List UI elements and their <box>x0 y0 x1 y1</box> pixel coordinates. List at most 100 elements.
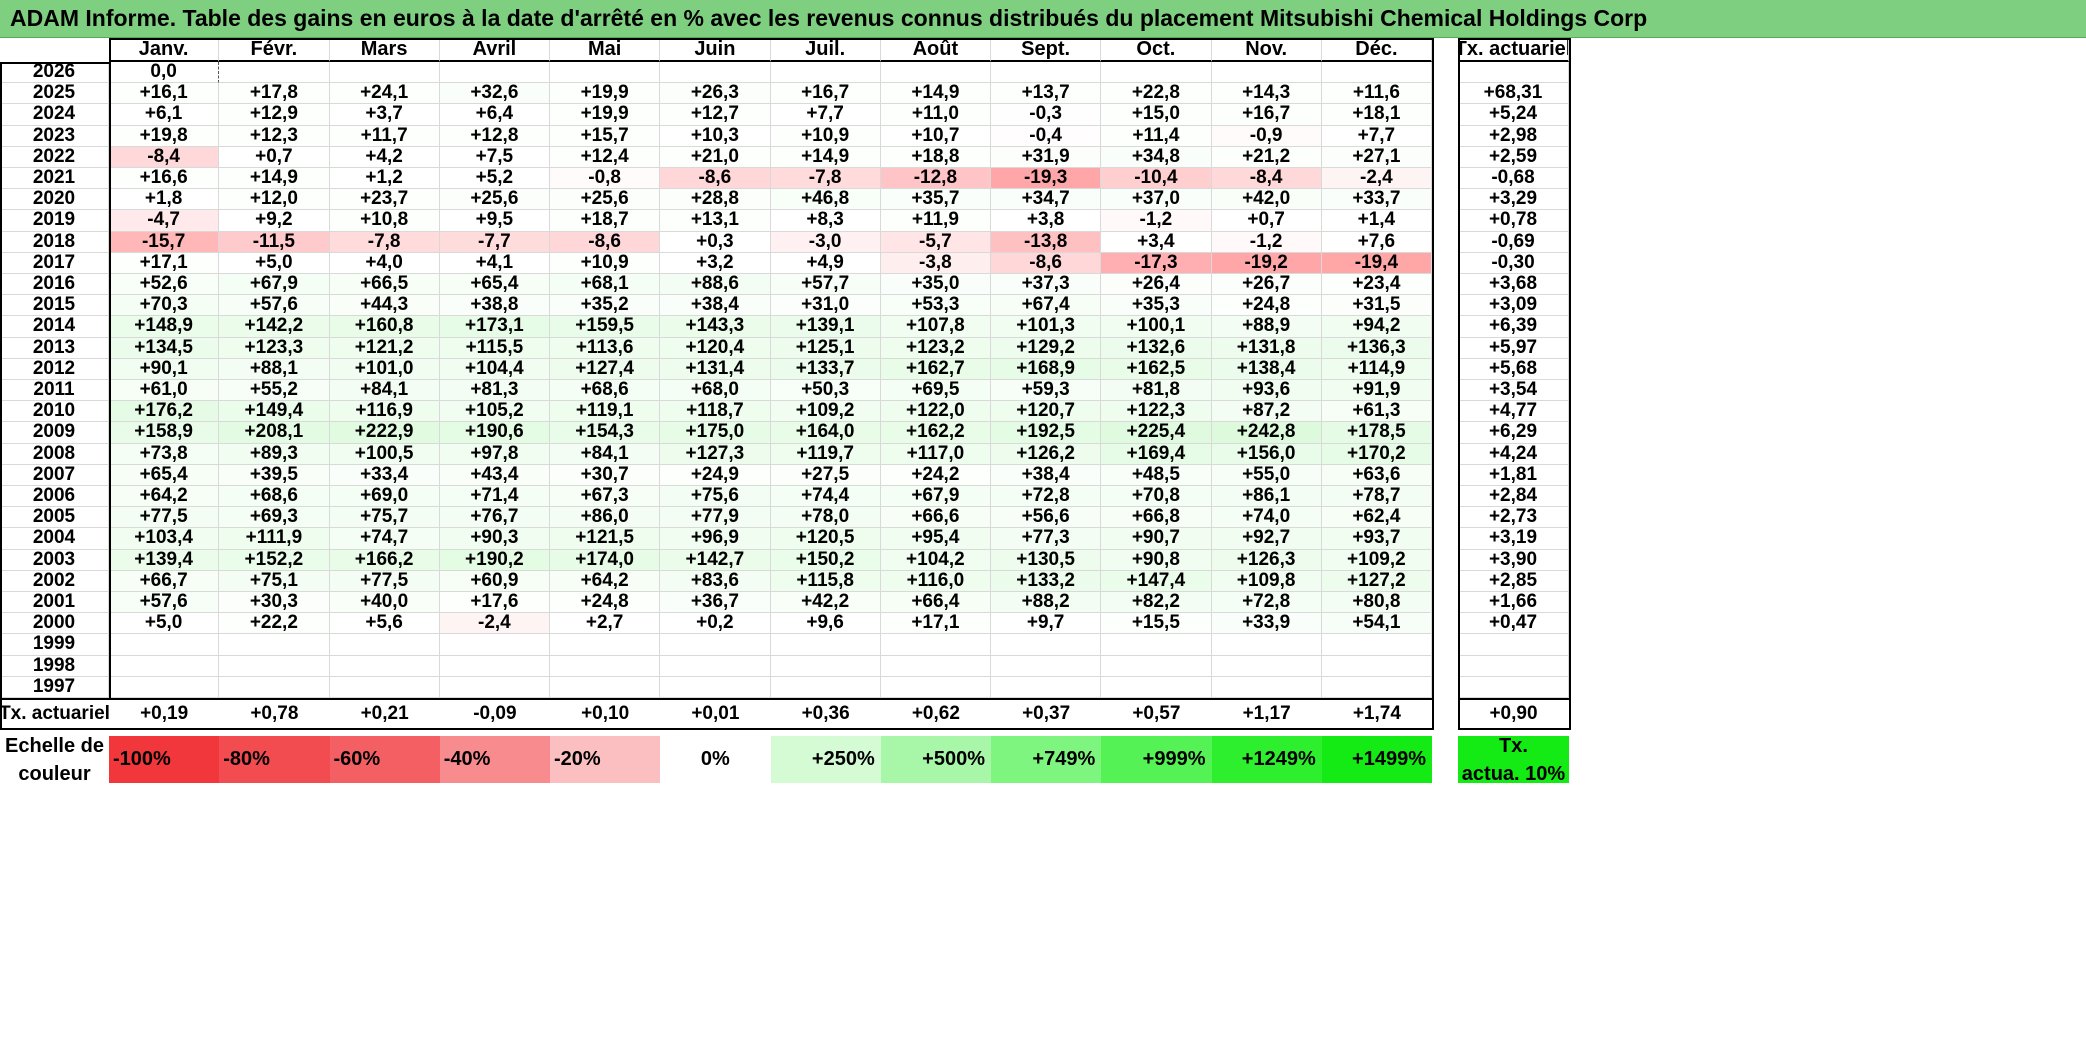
table-cell: +6,4 <box>439 104 550 126</box>
table-cell: +40,0 <box>329 592 440 614</box>
table-cell: +53,3 <box>880 295 991 317</box>
table-cell: +32,6 <box>439 83 550 105</box>
table-cell: +43,4 <box>439 464 550 486</box>
table-cell <box>109 676 220 698</box>
table-cell: +127,2 <box>1321 570 1432 592</box>
table-cell: +103,4 <box>109 528 220 550</box>
table-cell: +9,2 <box>219 210 330 232</box>
table-cell <box>991 634 1102 656</box>
table-cell: +159,5 <box>550 316 661 338</box>
row-tx-actuariel: +6,39 <box>1458 316 1569 338</box>
table-cell: +190,2 <box>439 549 550 571</box>
tx-actuariel-month: +0,37 <box>1022 703 1071 724</box>
table-cell: +12,8 <box>439 125 550 147</box>
year-label-2006: 2006 <box>0 486 109 508</box>
table-cell: +5,6 <box>329 613 440 635</box>
table-cell: +97,8 <box>439 443 550 465</box>
year-label-2012: 2012 <box>0 358 109 380</box>
table-cell <box>991 62 1102 84</box>
table-cell: +7,7 <box>770 104 881 126</box>
table-cell: +173,1 <box>439 316 550 338</box>
table-cell <box>880 676 991 698</box>
tx-actuariel-month: +0,01 <box>691 703 740 724</box>
year-label-2020: 2020 <box>0 189 109 211</box>
table-cell: +48,5 <box>1101 464 1212 486</box>
table-cell: +2,7 <box>550 613 661 635</box>
table-cell: +94,2 <box>1321 316 1432 338</box>
table-cell: +18,7 <box>550 210 661 232</box>
color-scale-swatch: 0% <box>660 736 771 783</box>
row-tx-actuariel: +4,77 <box>1458 401 1569 423</box>
table-cell: +91,9 <box>1321 380 1432 402</box>
table-cell: +12,7 <box>660 104 771 126</box>
table-cell: +115,5 <box>439 337 550 359</box>
color-scale-swatch: -60% <box>329 736 440 783</box>
row-tx-actuariel: +3,54 <box>1458 380 1569 402</box>
table-cell: -8,6 <box>550 231 661 253</box>
table-cell: +7,6 <box>1321 231 1432 253</box>
table-cell: +121,5 <box>550 528 661 550</box>
table-cell: +143,3 <box>660 316 771 338</box>
table-cell: +39,5 <box>219 464 330 486</box>
table-cell: +4,2 <box>329 146 440 168</box>
table-cell <box>550 655 661 677</box>
table-cell: +52,6 <box>109 274 220 296</box>
table-cell: +26,7 <box>1211 274 1322 296</box>
row-tx-actuariel <box>1458 634 1569 656</box>
table-cell: +126,3 <box>1211 549 1322 571</box>
table-cell <box>1101 676 1212 698</box>
row-tx-actuariel: +3,68 <box>1458 274 1569 296</box>
table-cell: +225,4 <box>1101 422 1212 444</box>
table-cell: +11,0 <box>880 104 991 126</box>
table-cell: +33,7 <box>1321 189 1432 211</box>
year-label-2007: 2007 <box>0 464 109 486</box>
table-cell: +138,4 <box>1211 358 1322 380</box>
table-cell <box>439 676 550 698</box>
table-cell: -1,2 <box>1211 231 1322 253</box>
table-cell: +67,9 <box>219 274 330 296</box>
table-cell: -2,4 <box>1321 168 1432 190</box>
table-cell: -1,2 <box>1101 210 1212 232</box>
table-cell: +109,2 <box>1321 549 1432 571</box>
table-cell <box>109 634 220 656</box>
table-cell <box>219 62 330 84</box>
table-cell: +81,3 <box>439 380 550 402</box>
table-cell: +78,0 <box>770 507 881 529</box>
table-cell: +77,5 <box>329 570 440 592</box>
row-tx-actuariel: +2,59 <box>1458 146 1569 168</box>
table-cell: +100,5 <box>329 443 440 465</box>
table-cell <box>770 676 881 698</box>
tx-actuariel-month: +0,21 <box>360 703 409 724</box>
table-cell: +5,2 <box>439 168 550 190</box>
table-cell: +126,2 <box>991 443 1102 465</box>
table-cell: +22,2 <box>219 613 330 635</box>
gains-table: Janv. Févr. Mars Avril Mai Juin Juil. Août Sept.… <box>0 38 2086 1037</box>
table-cell: -7,7 <box>439 231 550 253</box>
row-tx-actuariel: -0,69 <box>1458 231 1569 253</box>
year-label-2021: 2021 <box>0 168 109 190</box>
table-cell: +86,1 <box>1211 486 1322 508</box>
table-cell: +111,9 <box>219 528 330 550</box>
table-cell: +133,2 <box>991 570 1102 592</box>
table-cell: +74,4 <box>770 486 881 508</box>
table-cell: +23,4 <box>1321 274 1432 296</box>
table-cell: +5,0 <box>109 613 220 635</box>
table-cell: +66,7 <box>109 570 220 592</box>
table-cell: +17,1 <box>880 613 991 635</box>
table-cell: +15,0 <box>1101 104 1212 126</box>
table-cell: +10,7 <box>880 125 991 147</box>
table-cell: +37,0 <box>1101 189 1212 211</box>
table-cell <box>1321 676 1432 698</box>
page-title: ADAM Informe. Table des gains en euros à… <box>0 0 2086 38</box>
table-cell: +90,3 <box>439 528 550 550</box>
table-cell: +11,9 <box>880 210 991 232</box>
table-cell: +100,1 <box>1101 316 1212 338</box>
table-cell: +9,5 <box>439 210 550 232</box>
table-cell: +59,3 <box>991 380 1102 402</box>
color-scale-tx-line1: Tx. <box>1499 736 1528 757</box>
row-tx-actuariel: +2,85 <box>1458 570 1569 592</box>
table-cell: +82,2 <box>1101 592 1212 614</box>
table-cell <box>219 634 330 656</box>
table-cell: +11,7 <box>329 125 440 147</box>
table-cell: +72,8 <box>991 486 1102 508</box>
